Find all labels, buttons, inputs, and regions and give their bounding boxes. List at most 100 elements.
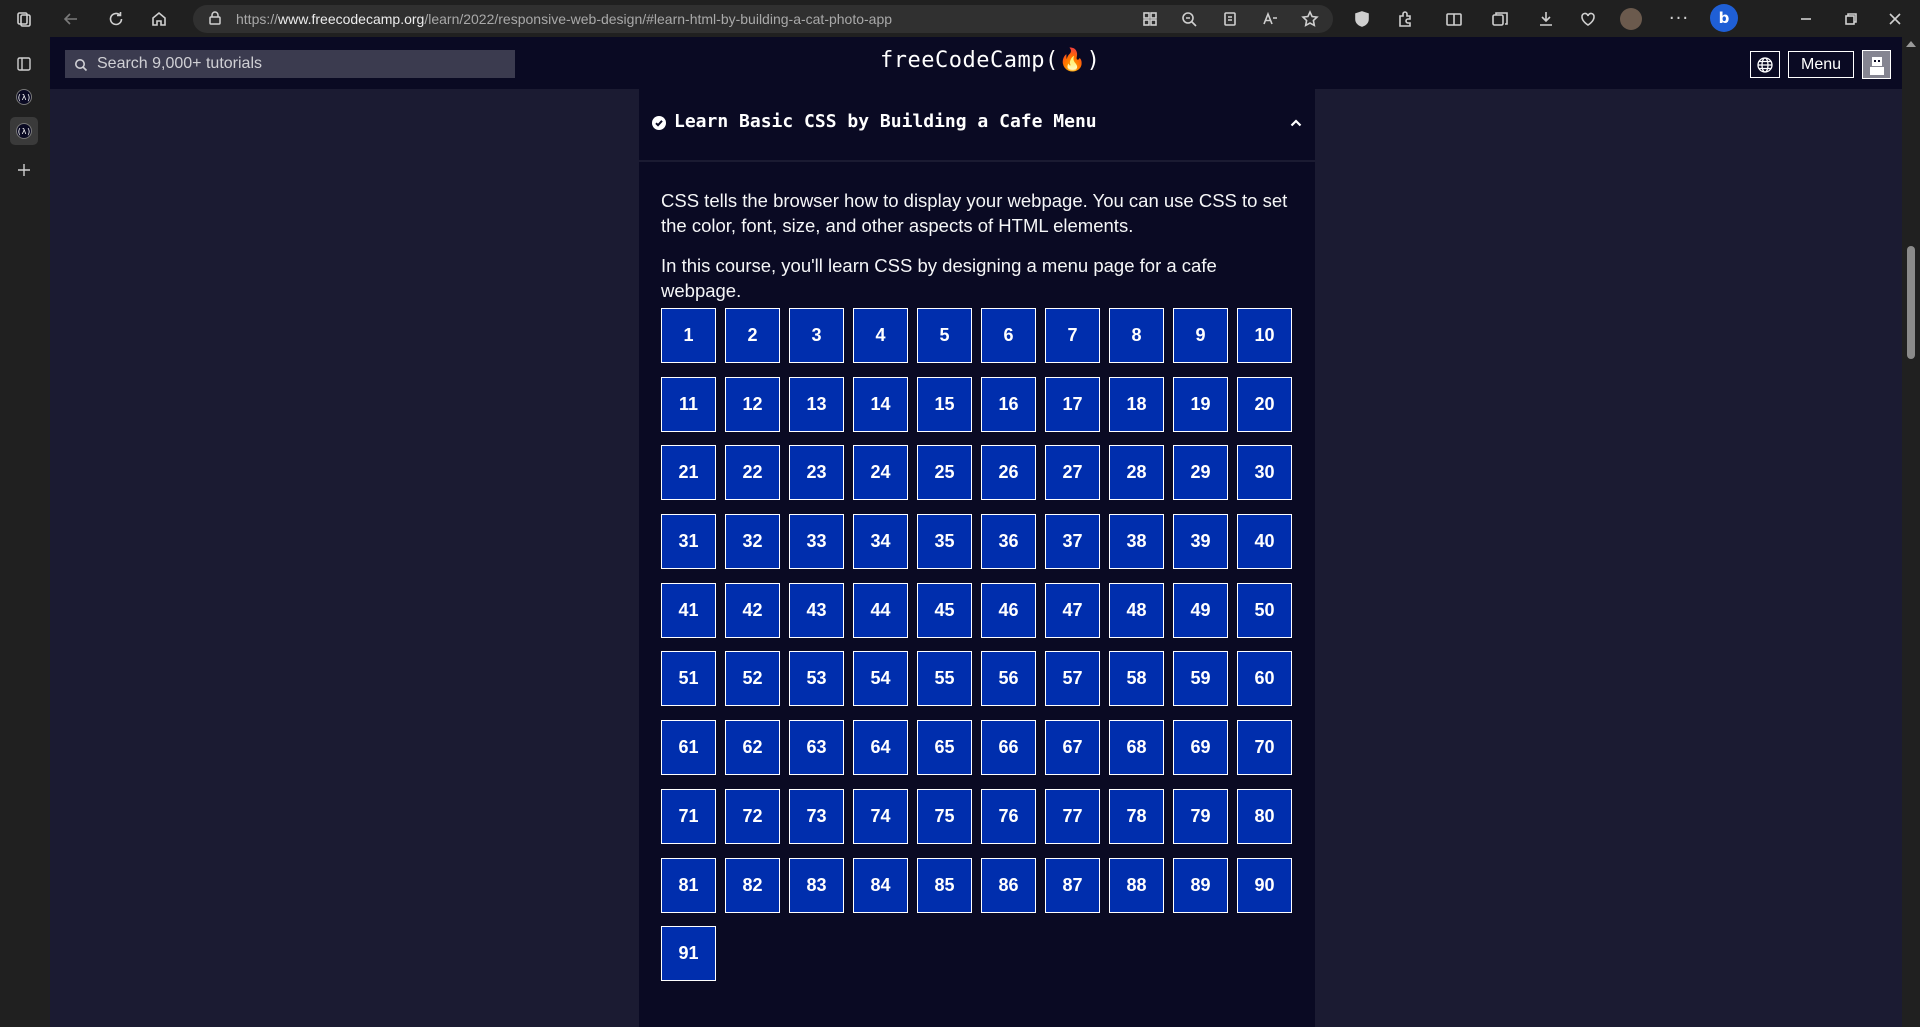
step-button[interactable]: 47 bbox=[1045, 582, 1100, 638]
step-button[interactable]: 78 bbox=[1109, 788, 1164, 844]
step-button[interactable]: 54 bbox=[853, 651, 908, 707]
step-button[interactable]: 1 bbox=[661, 308, 716, 363]
step-button[interactable]: 22 bbox=[725, 445, 780, 501]
step-button[interactable]: 30 bbox=[1237, 445, 1292, 501]
scrollbar-thumb[interactable] bbox=[1907, 246, 1915, 359]
step-button[interactable]: 15 bbox=[917, 376, 972, 432]
step-button[interactable]: 12 bbox=[725, 376, 780, 432]
step-button[interactable]: 75 bbox=[917, 788, 972, 844]
step-button[interactable]: 35 bbox=[917, 514, 972, 570]
step-button[interactable]: 9 bbox=[1173, 308, 1228, 363]
step-button[interactable]: 62 bbox=[725, 720, 780, 776]
step-button[interactable]: 52 bbox=[725, 651, 780, 707]
refresh-icon[interactable] bbox=[104, 7, 128, 31]
step-button[interactable]: 83 bbox=[789, 857, 844, 913]
step-button[interactable]: 26 bbox=[981, 445, 1036, 501]
step-button[interactable]: 86 bbox=[981, 857, 1036, 913]
step-button[interactable]: 88 bbox=[1109, 857, 1164, 913]
language-globe-button[interactable] bbox=[1750, 51, 1780, 78]
step-button[interactable]: 5 bbox=[917, 308, 972, 363]
lock-icon[interactable] bbox=[207, 10, 223, 30]
step-button[interactable]: 77 bbox=[1045, 788, 1100, 844]
step-button[interactable]: 39 bbox=[1173, 514, 1228, 570]
step-button[interactable]: 61 bbox=[661, 720, 716, 776]
home-icon[interactable] bbox=[147, 7, 171, 31]
step-button[interactable]: 16 bbox=[981, 376, 1036, 432]
step-button[interactable]: 85 bbox=[917, 857, 972, 913]
step-button[interactable]: 59 bbox=[1173, 651, 1228, 707]
minimize-icon[interactable] bbox=[1794, 7, 1818, 31]
step-button[interactable]: 44 bbox=[853, 582, 908, 638]
step-button[interactable]: 29 bbox=[1173, 445, 1228, 501]
step-button[interactable]: 90 bbox=[1237, 857, 1292, 913]
step-button[interactable]: 19 bbox=[1173, 376, 1228, 432]
step-button[interactable]: 4 bbox=[853, 308, 908, 363]
step-button[interactable]: 60 bbox=[1237, 651, 1292, 707]
step-button[interactable]: 45 bbox=[917, 582, 972, 638]
browser-essentials-icon[interactable] bbox=[1576, 7, 1600, 31]
step-button[interactable]: 67 bbox=[1045, 720, 1100, 776]
collections-icon[interactable] bbox=[1488, 7, 1512, 31]
step-button[interactable]: 43 bbox=[789, 582, 844, 638]
step-button[interactable]: 17 bbox=[1045, 376, 1100, 432]
step-button[interactable]: 37 bbox=[1045, 514, 1100, 570]
collapse-chevron-icon[interactable] bbox=[1289, 115, 1303, 134]
step-button[interactable]: 73 bbox=[789, 788, 844, 844]
step-button[interactable]: 80 bbox=[1237, 788, 1292, 844]
step-button[interactable]: 38 bbox=[1109, 514, 1164, 570]
step-button[interactable]: 46 bbox=[981, 582, 1036, 638]
step-button[interactable]: 76 bbox=[981, 788, 1036, 844]
menu-button[interactable]: Menu bbox=[1788, 51, 1854, 78]
restore-icon[interactable] bbox=[1839, 7, 1863, 31]
step-button[interactable]: 24 bbox=[853, 445, 908, 501]
step-button[interactable]: 41 bbox=[661, 582, 716, 638]
step-button[interactable]: 70 bbox=[1237, 720, 1292, 776]
new-tab-plus-icon[interactable] bbox=[10, 156, 38, 184]
step-button[interactable]: 49 bbox=[1173, 582, 1228, 638]
step-button[interactable]: 31 bbox=[661, 514, 716, 570]
step-button[interactable]: 63 bbox=[789, 720, 844, 776]
address-bar[interactable]: https://www.freecodecamp.org/learn/2022/… bbox=[193, 5, 1333, 33]
step-button[interactable]: 72 bbox=[725, 788, 780, 844]
step-button[interactable]: 33 bbox=[789, 514, 844, 570]
page-action-icon[interactable] bbox=[1218, 7, 1242, 31]
step-button[interactable]: 42 bbox=[725, 582, 780, 638]
step-button[interactable]: 27 bbox=[1045, 445, 1100, 501]
step-button[interactable]: 36 bbox=[981, 514, 1036, 570]
back-icon[interactable] bbox=[59, 7, 83, 31]
step-button[interactable]: 66 bbox=[981, 720, 1036, 776]
step-button[interactable]: 28 bbox=[1109, 445, 1164, 501]
step-button[interactable]: 74 bbox=[853, 788, 908, 844]
step-button[interactable]: 65 bbox=[917, 720, 972, 776]
step-button[interactable]: 23 bbox=[789, 445, 844, 501]
step-button[interactable]: 58 bbox=[1109, 651, 1164, 707]
step-button[interactable]: 40 bbox=[1237, 514, 1292, 570]
zoom-icon[interactable] bbox=[1177, 7, 1201, 31]
step-button[interactable]: 89 bbox=[1173, 857, 1228, 913]
step-button[interactable]: 2 bbox=[725, 308, 780, 363]
step-button[interactable]: 56 bbox=[981, 651, 1036, 707]
profile-avatar[interactable] bbox=[1620, 8, 1642, 30]
downloads-icon[interactable] bbox=[1534, 7, 1558, 31]
step-button[interactable]: 71 bbox=[661, 788, 716, 844]
step-button[interactable]: 7 bbox=[1045, 308, 1100, 363]
page-scrollbar[interactable] bbox=[1902, 37, 1920, 1027]
app-available-icon[interactable] bbox=[1138, 7, 1162, 31]
step-button[interactable]: 81 bbox=[661, 857, 716, 913]
step-button[interactable]: 50 bbox=[1237, 582, 1292, 638]
step-button[interactable]: 14 bbox=[853, 376, 908, 432]
shield-extension-icon[interactable] bbox=[1350, 7, 1374, 31]
step-button[interactable]: 3 bbox=[789, 308, 844, 363]
tab-actions-icon[interactable] bbox=[10, 50, 38, 78]
step-button[interactable]: 34 bbox=[853, 514, 908, 570]
step-button[interactable]: 51 bbox=[661, 651, 716, 707]
split-screen-icon[interactable] bbox=[1442, 7, 1466, 31]
step-button[interactable]: 48 bbox=[1109, 582, 1164, 638]
favorite-star-icon[interactable] bbox=[1298, 7, 1322, 31]
scroll-up-arrow-icon[interactable] bbox=[1906, 41, 1916, 47]
step-button[interactable]: 20 bbox=[1237, 376, 1292, 432]
block-header[interactable]: Learn Basic CSS by Building a Cafe Menu bbox=[639, 89, 1315, 162]
more-options-icon[interactable]: ··· bbox=[1667, 7, 1691, 31]
step-button[interactable]: 25 bbox=[917, 445, 972, 501]
fcc-logo[interactable]: freeCodeCamp(🔥) bbox=[880, 48, 1100, 73]
